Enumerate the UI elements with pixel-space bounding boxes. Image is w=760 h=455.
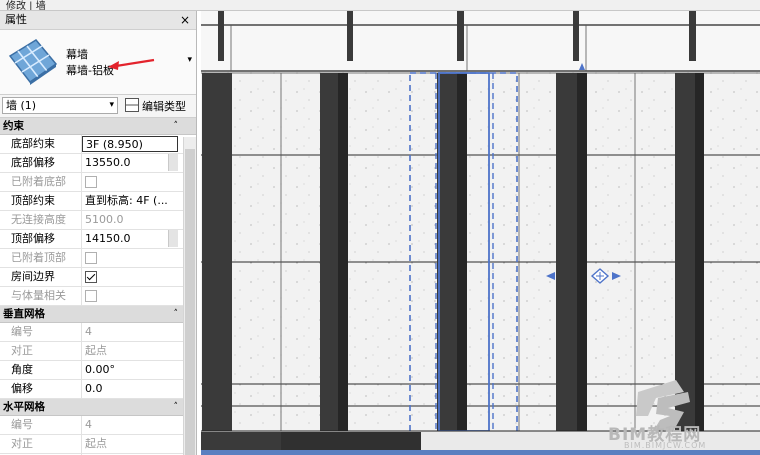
instance-filter-row: 墙 (1) ▾ 编辑类型	[0, 95, 196, 118]
property-row[interactable]: 底部约束 3F (8.950)	[0, 135, 196, 154]
property-label: 与体量相关	[0, 287, 82, 305]
property-checkbox	[85, 176, 97, 188]
property-value-text: 0.0	[85, 382, 103, 395]
property-row: 编号 4	[0, 416, 196, 435]
value-spinner[interactable]	[168, 230, 178, 247]
property-value-text: 起点	[85, 344, 107, 357]
property-value-text: 4	[85, 418, 92, 431]
property-checkbox-cell	[82, 287, 178, 305]
annotation-arrow-icon	[108, 58, 155, 70]
chevron-down-icon[interactable]: ▾	[187, 55, 192, 65]
property-label: 底部偏移	[0, 154, 82, 172]
ribbon-context-label: 修改 | 墙	[6, 1, 46, 11]
scrollbar-thumb[interactable]	[185, 149, 195, 455]
collapse-icon[interactable]: ˄	[174, 118, 179, 134]
collapse-icon[interactable]: ˄	[174, 399, 179, 415]
property-row: 编号 4	[0, 323, 196, 342]
property-checkbox	[85, 290, 97, 302]
property-row: 已附着顶部	[0, 249, 196, 268]
property-row[interactable]: 顶部偏移 14150.0	[0, 230, 196, 249]
property-checkbox	[85, 252, 97, 264]
property-group-label: 约束	[3, 120, 24, 132]
property-row[interactable]: 底部偏移 13550.0	[0, 154, 196, 173]
edit-type-icon	[125, 98, 139, 112]
property-value-text: 13550.0	[85, 156, 131, 169]
property-label: 编号	[0, 416, 82, 434]
instance-selector[interactable]: 墙 (1) ▾	[2, 97, 118, 114]
property-label: 偏移	[0, 380, 82, 398]
property-group-header[interactable]: 水平网格 ˄	[0, 399, 196, 416]
property-value: 4	[82, 416, 178, 434]
instance-selector-value: 墙 (1)	[6, 99, 37, 112]
property-group-label: 水平网格	[3, 401, 45, 413]
property-value[interactable]: 13550.0	[82, 154, 178, 172]
property-row: 与体量相关	[0, 287, 196, 306]
property-value-text: 起点	[85, 437, 107, 450]
palette-title: 属性	[5, 13, 27, 26]
property-label: 底部约束	[0, 135, 82, 153]
property-row: 对正 起点	[0, 342, 196, 361]
property-label: 顶部偏移	[0, 230, 82, 248]
property-value-text: 4	[85, 325, 92, 338]
property-value-text: 14150.0	[85, 232, 131, 245]
property-checkbox-cell	[82, 173, 178, 191]
property-label: 已附着底部	[0, 173, 82, 191]
property-value-text: 直到标高: 4F (...	[85, 194, 168, 207]
property-row[interactable]: 顶部约束 直到标高: 4F (...	[0, 192, 196, 211]
property-label: 顶部约束	[0, 192, 82, 210]
property-label: 已附着顶部	[0, 249, 82, 267]
value-spinner[interactable]	[168, 154, 178, 171]
property-row: 已附着底部	[0, 173, 196, 192]
property-row: 无连接高度 5100.0	[0, 211, 196, 230]
chevron-down-icon: ▾	[109, 100, 114, 110]
property-label: 房间边界	[0, 268, 82, 286]
property-value: 4	[82, 323, 178, 341]
property-value: 5100.0	[82, 211, 178, 229]
collapse-icon[interactable]: ˄	[174, 306, 179, 322]
property-label: 对正	[0, 342, 82, 360]
property-group-header[interactable]: 约束 ˄	[0, 118, 196, 135]
property-row: 对正 起点	[0, 435, 196, 454]
property-row[interactable]: 房间边界	[0, 268, 196, 287]
property-label: 对正	[0, 435, 82, 453]
property-group-header[interactable]: 垂直网格 ˄	[0, 306, 196, 323]
property-label: 编号	[0, 323, 82, 341]
property-value: 起点	[82, 435, 178, 453]
edit-type-button[interactable]: 编辑类型	[125, 98, 186, 114]
property-value[interactable]: 0.0	[82, 380, 178, 398]
property-group-label: 垂直网格	[3, 308, 45, 320]
properties-grid: 约束 ˄ 底部约束 3F (8.950) 底部偏移 13550.0 已附着底部 顶部约束 直到标…	[0, 118, 196, 455]
type-selector[interactable]: 幕墙 幕墙-铝板 ▾	[0, 30, 196, 95]
property-label: 角度	[0, 361, 82, 379]
property-value-text: 5100.0	[85, 213, 124, 226]
edit-type-label: 编辑类型	[142, 100, 186, 113]
type-family-label: 幕墙	[66, 48, 88, 61]
property-value[interactable]: 14150.0	[82, 230, 178, 248]
properties-palette: 属性 × 幕墙 幕墙-铝板 ▾ 墙 (1) ▾ 编辑类型 约束 ˄ 底部约束 3F (…	[0, 11, 197, 455]
property-checkbox-cell[interactable]	[82, 268, 178, 286]
property-value[interactable]: 0.00°	[82, 361, 178, 379]
property-value: 起点	[82, 342, 178, 360]
move-handle-icon[interactable]	[544, 266, 624, 286]
property-value-text: 0.00°	[85, 363, 115, 376]
palette-title-bar: 属性 ×	[0, 11, 196, 30]
curtain-wall-type-icon	[8, 39, 58, 85]
close-icon[interactable]: ×	[180, 11, 190, 29]
property-value-text: 3F (8.950)	[86, 138, 143, 151]
property-row[interactable]: 角度0.00°	[0, 361, 196, 380]
property-checkbox[interactable]	[85, 271, 97, 283]
ribbon-context-bar: 修改 | 墙	[0, 0, 760, 11]
property-label: 无连接高度	[0, 211, 82, 229]
watermark-url: BIM.BIMJCW.COM	[624, 441, 707, 450]
property-value[interactable]: 3F (8.950)	[82, 136, 178, 152]
property-checkbox-cell	[82, 249, 178, 267]
properties-scrollbar[interactable]	[183, 137, 196, 455]
property-value[interactable]: 直到标高: 4F (...	[82, 192, 178, 210]
property-row[interactable]: 偏移 0.0	[0, 380, 196, 399]
